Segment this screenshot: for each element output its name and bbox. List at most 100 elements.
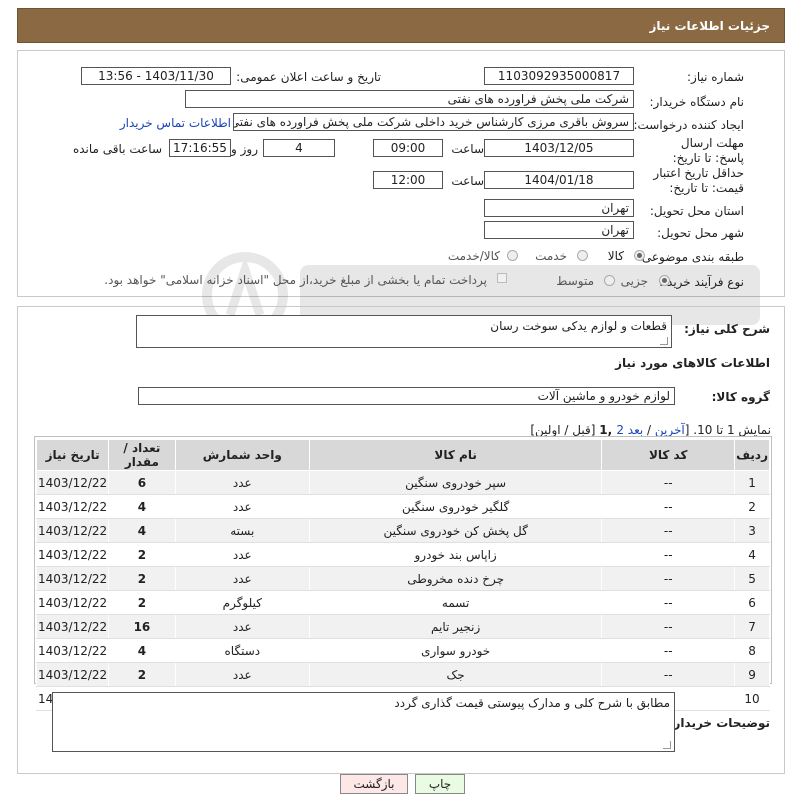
cell-row-number: 5 xyxy=(734,566,770,591)
goods-group-field: لوازم خودرو و ماشین آلات xyxy=(138,387,675,405)
col-name-header: نام کالا xyxy=(308,439,603,471)
cell-need-date: 1403/12/22 xyxy=(35,494,110,519)
cell-unit: عدد xyxy=(174,542,311,567)
cell-item-name: گل پخش کن خودروی سنگین xyxy=(308,518,603,543)
cell-item-code: -- xyxy=(601,638,736,663)
days-label: روز و xyxy=(231,142,258,156)
category-option-both: کالا/خدمت xyxy=(447,249,500,263)
province-field: تهران xyxy=(484,199,634,217)
back-button[interactable]: بازگشت xyxy=(340,774,408,794)
cell-quantity: 2 xyxy=(108,590,176,615)
cell-item-name: سپر خودروی سنگین xyxy=(308,470,603,495)
table-row: 5 -- چرخ دنده مخروطی عدد 2 1403/12/22 xyxy=(35,566,770,591)
description-text: قطعات و لوازم یدکی سوخت رسان xyxy=(490,319,667,333)
buyer-contact-link[interactable]: اطلاعات تماس خریدار xyxy=(120,116,231,130)
cell-unit: عدد xyxy=(174,494,311,519)
category-radio-goods[interactable] xyxy=(634,250,645,261)
cell-item-code: -- xyxy=(601,494,736,519)
buyer-org-label: نام دستگاه خریدار: xyxy=(649,95,745,109)
cell-quantity: 2 xyxy=(108,566,176,591)
cell-quantity: 2 xyxy=(108,542,176,567)
table-header-row: ردیف کد کالا نام کالا واحد شمارش تعداد /… xyxy=(35,439,770,471)
process-radio-medium[interactable] xyxy=(604,275,615,286)
category-radio-both[interactable] xyxy=(507,250,518,261)
description-field: قطعات و لوازم یدکی سوخت رسان xyxy=(136,315,672,348)
pagination-separator: / xyxy=(643,423,655,437)
col-unit-header: واحد شمارش xyxy=(174,439,311,471)
pagination-page-2[interactable]: 2 xyxy=(616,423,624,437)
category-option-goods: کالا xyxy=(607,249,624,263)
cell-row-number: 10 xyxy=(734,686,770,711)
requester-field: سروش باقری مرزی کارشناس خرید داخلی شرکت … xyxy=(233,113,634,131)
process-type-label: نوع فرآیند خرید : xyxy=(659,275,744,289)
remaining-time-label: ساعت باقی مانده xyxy=(72,142,162,156)
cell-item-name: گلگیر خودروی سنگین xyxy=(308,494,603,519)
payment-note: پرداخت تمام یا بخشی از مبلغ خرید،از محل … xyxy=(104,273,487,287)
cell-unit: عدد xyxy=(174,614,311,639)
col-qty-header: تعداد / مقدار xyxy=(108,439,176,471)
city-field: تهران xyxy=(484,221,634,239)
days-remaining-field: 4 xyxy=(263,139,335,157)
validity-time-label: ساعت xyxy=(451,174,484,188)
process-option-medium: متوسط xyxy=(556,274,594,288)
reply-date-field: 1403/12/05 xyxy=(484,139,634,157)
category-label: طبقه بندی موضوعی: xyxy=(637,250,744,264)
cell-item-code: -- xyxy=(601,518,736,543)
page-title: جزئیات اطلاعات نیاز xyxy=(649,19,770,33)
cell-row-number: 1 xyxy=(734,470,770,495)
cell-row-number: 7 xyxy=(734,614,770,639)
cell-item-name: زنجیر تایم xyxy=(308,614,603,639)
cell-need-date: 1403/12/22 xyxy=(35,590,110,615)
announce-label: تاریخ و ساعت اعلان عمومی: xyxy=(236,70,381,84)
cell-need-date: 1403/12/22 xyxy=(35,638,110,663)
validity-time-field: 12:00 xyxy=(373,171,443,189)
cell-quantity: 4 xyxy=(108,518,176,543)
process-option-minor: جزیی xyxy=(620,274,648,288)
goods-group-label: گروه کالا: xyxy=(711,390,770,404)
province-label: استان محل تحویل: xyxy=(649,204,744,218)
cell-quantity: 4 xyxy=(108,494,176,519)
table-row: 1 -- سپر خودروی سنگین عدد 6 1403/12/22 xyxy=(35,470,770,495)
table-row: 8 -- خودرو سواری دستگاه 4 1403/12/22 xyxy=(35,638,770,663)
pagination-prefix: نمایش 1 تا 10. [ xyxy=(684,423,771,437)
cell-row-number: 9 xyxy=(734,662,770,687)
cell-item-name: خودرو سواری xyxy=(308,638,603,663)
pagination: نمایش 1 تا 10. [آخرین / بعد 2 ,1 [قبل / … xyxy=(530,423,771,437)
cell-item-name: تسمه xyxy=(308,590,603,615)
cell-row-number: 2 xyxy=(734,494,770,519)
announce-field: 1403/11/30 - 13:56 xyxy=(81,67,231,85)
category-radio-service[interactable] xyxy=(577,250,588,261)
pagination-next-link[interactable]: بعد xyxy=(628,423,643,437)
items-section-title: اطلاعات کالاهای مورد نیاز xyxy=(615,356,770,370)
items-table: ردیف کد کالا نام کالا واحد شمارش تعداد /… xyxy=(35,439,770,711)
table-row: 7 -- زنجیر تایم عدد 16 1403/12/22 xyxy=(35,614,770,639)
cell-item-code: -- xyxy=(601,662,736,687)
description-label: شرح کلی نیاز: xyxy=(684,322,770,336)
cell-item-name: چرخ دنده مخروطی xyxy=(308,566,603,591)
cell-item-name: جک xyxy=(308,662,603,687)
col-date-header: تاریخ نیاز xyxy=(35,439,110,471)
print-button[interactable]: چاپ xyxy=(415,774,465,794)
table-row: 6 -- تسمه کیلوگرم 2 1403/12/22 xyxy=(35,590,770,615)
buyer-notes-text: مطابق با شرح کلی و مدارک پیوستی قیمت گذا… xyxy=(394,696,670,710)
remaining-time-field: 17:16:55 xyxy=(169,139,231,157)
cell-row-number: 6 xyxy=(734,590,770,615)
col-code-header: کد کالا xyxy=(601,439,736,471)
buyer-notes-field: مطابق با شرح کلی و مدارک پیوستی قیمت گذا… xyxy=(52,692,675,752)
cell-item-code: -- xyxy=(601,590,736,615)
cell-unit: عدد xyxy=(174,566,311,591)
reply-time-label: ساعت xyxy=(451,142,484,156)
table-row: 3 -- گل پخش کن خودروی سنگین بسته 4 1403/12/22 xyxy=(35,518,770,543)
process-radio-minor[interactable] xyxy=(659,275,670,286)
table-row: 9 -- جک عدد 2 1403/12/22 xyxy=(35,662,770,687)
reply-time-field: 09:00 xyxy=(373,139,443,157)
treasury-checkbox[interactable] xyxy=(497,273,507,283)
table-row: 2 -- گلگیر خودروی سنگین عدد 4 1403/12/22 xyxy=(35,494,770,519)
cell-item-code: -- xyxy=(601,566,736,591)
page-header: جزئیات اطلاعات نیاز xyxy=(17,8,785,43)
need-number-label: شماره نیاز: xyxy=(687,70,744,84)
cell-quantity: 6 xyxy=(108,470,176,495)
pagination-last-link[interactable]: آخرین xyxy=(655,423,685,437)
pagination-suffix: [قبل / اولین] xyxy=(530,423,600,437)
cell-row-number: 8 xyxy=(734,638,770,663)
